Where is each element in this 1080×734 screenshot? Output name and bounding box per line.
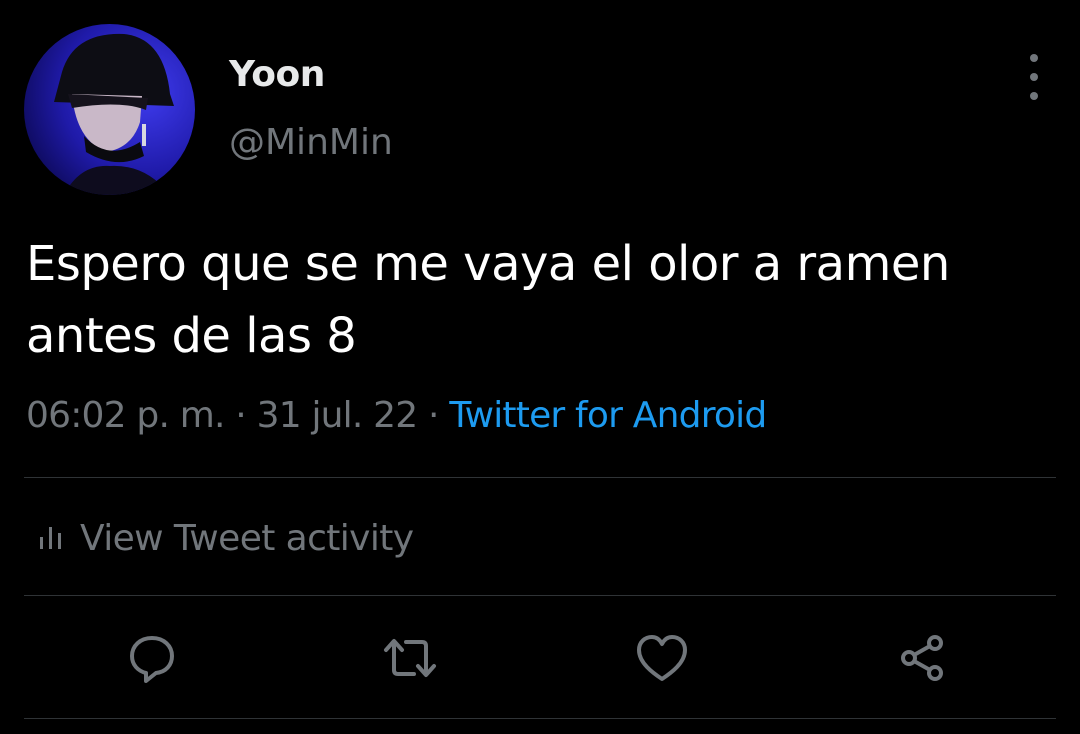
view-tweet-activity-button[interactable]: View Tweet activity <box>38 512 414 564</box>
divider <box>24 595 1056 596</box>
tweet-time[interactable]: 06:02 p. m. <box>26 395 225 436</box>
avatar-image <box>24 24 195 195</box>
reply-button[interactable] <box>124 630 180 686</box>
share-button[interactable] <box>894 630 950 686</box>
avatar[interactable] <box>24 24 195 195</box>
tweet-text: Espero que se me vaya el olor a ramen an… <box>26 228 1046 372</box>
share-icon <box>901 635 943 681</box>
retweet-icon <box>384 639 436 677</box>
view-tweet-activity-label: View Tweet activity <box>80 517 414 559</box>
display-name[interactable]: Yoon <box>229 54 325 95</box>
tweet-metadata: 06:02 p. m. · 31 jul. 22 · Twitter for A… <box>26 395 767 436</box>
more-dot-icon <box>1030 73 1038 81</box>
more-dot-icon <box>1030 92 1038 100</box>
meta-separator: · <box>428 395 439 436</box>
reply-icon <box>130 636 174 683</box>
tweet-date[interactable]: 31 jul. 22 <box>257 395 419 436</box>
divider <box>24 718 1056 719</box>
more-options-button[interactable] <box>1014 54 1054 100</box>
tweet-text-line: antes de las 8 <box>26 308 357 364</box>
bar-chart-icon <box>38 525 64 551</box>
user-handle[interactable]: @MinMin <box>229 122 393 163</box>
retweet-button[interactable] <box>382 630 438 686</box>
tweet-text-line: Espero que se me vaya el olor a ramen <box>26 236 950 292</box>
tweet-source-link[interactable]: Twitter for Android <box>449 395 767 436</box>
heart-icon <box>637 635 687 681</box>
more-dot-icon <box>1030 54 1038 62</box>
like-button[interactable] <box>634 630 690 686</box>
divider <box>24 477 1056 478</box>
meta-separator: · <box>235 395 246 436</box>
